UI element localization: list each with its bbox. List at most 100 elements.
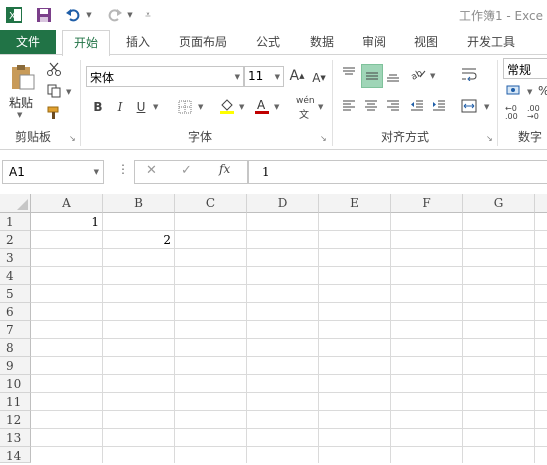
- tab-review[interactable]: 审阅: [352, 30, 396, 54]
- phonetic-dropdown-icon[interactable]: ▼: [318, 103, 323, 111]
- insert-function-button[interactable]: fx: [219, 162, 230, 176]
- wrap-text-icon[interactable]: [459, 64, 479, 84]
- align-top-icon[interactable]: [340, 63, 358, 83]
- undo-dropdown-icon[interactable]: ▼: [84, 4, 94, 26]
- increase-decimal-icon[interactable]: ←0.00: [505, 105, 518, 121]
- cell-b2[interactable]: 2: [103, 231, 171, 249]
- italic-button[interactable]: I: [112, 98, 128, 116]
- row-header[interactable]: 1: [0, 213, 31, 231]
- column-header-b[interactable]: B: [103, 194, 175, 213]
- select-all-button[interactable]: [0, 194, 31, 213]
- row-header[interactable]: 13: [0, 429, 31, 447]
- formula-bar-options-icon[interactable]: ⋮: [117, 162, 129, 176]
- svg-text:A: A: [257, 98, 266, 112]
- orientation-dropdown-icon[interactable]: ▼: [430, 72, 435, 80]
- copy-dropdown-icon[interactable]: ▼: [66, 88, 71, 96]
- paste-icon[interactable]: [6, 62, 38, 92]
- font-name-dropdown-icon[interactable]: ▼: [235, 73, 240, 81]
- merge-dropdown-icon[interactable]: ▼: [484, 103, 489, 111]
- formula-input[interactable]: 1: [248, 160, 547, 184]
- merge-center-icon[interactable]: [459, 96, 479, 116]
- font-color-dropdown-icon[interactable]: ▼: [274, 103, 279, 111]
- row-header[interactable]: 14: [0, 447, 31, 463]
- decrease-font-icon[interactable]: A ▼: [310, 68, 328, 88]
- row-header[interactable]: 2: [0, 231, 31, 249]
- tab-insert[interactable]: 插入: [116, 30, 160, 54]
- format-painter-icon[interactable]: [45, 104, 63, 122]
- column-header-a[interactable]: A: [31, 194, 103, 213]
- accounting-format-icon[interactable]: [505, 82, 523, 100]
- row-header[interactable]: 12: [0, 411, 31, 429]
- font-color-icon[interactable]: A: [253, 96, 271, 116]
- borders-icon[interactable]: [176, 98, 194, 116]
- svg-text:X: X: [9, 11, 16, 22]
- font-launcher-icon[interactable]: ↘: [320, 134, 328, 143]
- row-header[interactable]: 11: [0, 393, 31, 411]
- fill-color-dropdown-icon[interactable]: ▼: [239, 103, 244, 111]
- increase-indent-icon[interactable]: [430, 96, 448, 116]
- font-name-box[interactable]: 宋体 ▼: [86, 66, 244, 87]
- cell-a1[interactable]: 1: [31, 213, 99, 231]
- row-header[interactable]: 10: [0, 375, 31, 393]
- group-divider: [332, 60, 333, 146]
- cut-icon[interactable]: [45, 60, 63, 78]
- phonetic-guide-button[interactable]: wén: [296, 96, 315, 106]
- orientation-icon[interactable]: ab: [408, 64, 428, 84]
- customize-icon[interactable]: ⩡: [142, 4, 154, 26]
- tab-developer[interactable]: 开发工具: [456, 30, 526, 54]
- tab-data[interactable]: 数据: [300, 30, 344, 54]
- column-header-d[interactable]: D: [247, 194, 319, 213]
- row-header[interactable]: 5: [0, 285, 31, 303]
- accounting-dropdown-icon[interactable]: ▼: [527, 88, 532, 96]
- font-size-dropdown-icon[interactable]: ▼: [275, 73, 280, 81]
- tab-view[interactable]: 视图: [404, 30, 448, 54]
- font-size-box[interactable]: 11 ▼: [244, 66, 284, 87]
- decrease-decimal-icon[interactable]: .00 →0: [527, 105, 540, 121]
- underline-button[interactable]: U: [133, 98, 149, 116]
- align-bottom-icon[interactable]: [384, 66, 402, 86]
- cancel-button[interactable]: ✕: [146, 163, 157, 178]
- column-header-g[interactable]: G: [463, 194, 535, 213]
- borders-dropdown-icon[interactable]: ▼: [198, 103, 203, 111]
- increase-font-icon[interactable]: A ▲: [288, 66, 306, 86]
- alignment-launcher-icon[interactable]: ↘: [486, 134, 494, 143]
- align-left-icon[interactable]: [340, 96, 358, 116]
- tab-page-layout[interactable]: 页面布局: [170, 30, 236, 54]
- row-header[interactable]: 8: [0, 339, 31, 357]
- font-name-value: 宋体: [90, 71, 115, 85]
- redo-dropdown-icon[interactable]: ▼: [125, 4, 135, 26]
- clipboard-launcher-icon[interactable]: ↘: [69, 134, 77, 143]
- row-header[interactable]: 7: [0, 321, 31, 339]
- row-header[interactable]: 4: [0, 267, 31, 285]
- enter-button[interactable]: ✓: [181, 163, 192, 178]
- undo-icon[interactable]: [62, 4, 84, 26]
- row-header[interactable]: 3: [0, 249, 31, 267]
- tab-formulas[interactable]: 公式: [246, 30, 290, 54]
- name-box-dropdown-icon[interactable]: ▼: [94, 168, 99, 176]
- align-middle-icon[interactable]: [361, 64, 383, 88]
- paste-label[interactable]: 粘贴: [9, 94, 33, 111]
- column-header-e[interactable]: E: [319, 194, 391, 213]
- save-icon[interactable]: [33, 4, 55, 26]
- paste-dropdown-icon[interactable]: ▼: [17, 111, 22, 119]
- align-center-icon[interactable]: [362, 96, 380, 116]
- align-right-icon[interactable]: [384, 96, 402, 116]
- fill-color-icon[interactable]: [218, 96, 236, 116]
- tab-home[interactable]: 开始: [62, 30, 110, 56]
- tab-file[interactable]: 文件: [0, 30, 56, 54]
- name-box[interactable]: A1 ▼: [2, 160, 104, 184]
- column-header-f[interactable]: F: [391, 194, 463, 213]
- row-header[interactable]: 9: [0, 357, 31, 375]
- row-header[interactable]: 6: [0, 303, 31, 321]
- name-box-value: A1: [9, 165, 25, 179]
- column-header-h[interactable]: [535, 194, 547, 213]
- underline-dropdown-icon[interactable]: ▼: [153, 103, 158, 111]
- excel-icon: X: [3, 4, 25, 26]
- redo-icon[interactable]: [104, 4, 126, 26]
- decrease-indent-icon[interactable]: [408, 96, 426, 116]
- percent-icon[interactable]: %: [538, 84, 547, 98]
- number-format-box[interactable]: 常规: [503, 58, 547, 79]
- bold-button[interactable]: B: [90, 98, 106, 116]
- column-header-c[interactable]: C: [175, 194, 247, 213]
- copy-icon[interactable]: [45, 82, 63, 100]
